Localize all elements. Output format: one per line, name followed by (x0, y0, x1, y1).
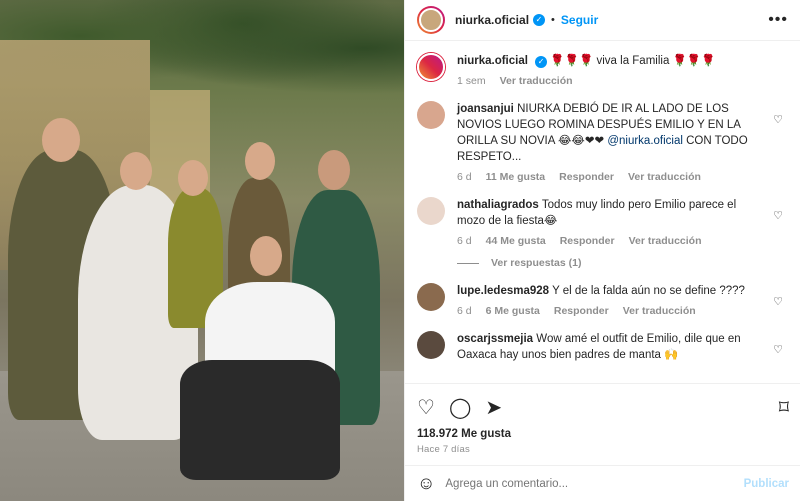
comment-composer: ☺ Publicar (405, 465, 800, 501)
comment-likes[interactable]: 6 Me gusta (486, 305, 540, 317)
comment-username[interactable]: nathaliagrados (457, 199, 539, 211)
comment-username[interactable]: lupe.ledesma928 (457, 285, 549, 297)
comment-item: lupe.ledesma928 Y el de la falda aún no … (417, 283, 787, 317)
header-username[interactable]: niurka.oficial (455, 13, 529, 27)
comment-username[interactable]: oscarjssmejia (457, 333, 533, 345)
follow-button[interactable]: Seguir (561, 13, 598, 27)
comment-icon[interactable]: ◯ (449, 398, 471, 418)
verified-icon: ✓ (533, 14, 546, 26)
view-replies-button[interactable]: Ver respuestas (1) (457, 257, 787, 269)
caption-text: 🌹🌹🌹 viva la Familia 🌹🌹🌹 (550, 55, 716, 67)
more-horizontal-icon[interactable]: ••• (768, 11, 788, 29)
avatar[interactable] (417, 283, 445, 311)
likes-count[interactable]: 118.972 Me gusta (417, 428, 789, 440)
avatar[interactable] (417, 101, 445, 129)
post-date[interactable]: Hace 7 días (417, 444, 789, 455)
post-header: niurka.oficial ✓ • Seguir ••• (405, 0, 800, 41)
comment-time[interactable]: 6 d (457, 171, 472, 183)
replies-line (457, 262, 479, 264)
post-actions: ♡ ◯ ➤ ⌑ 118.972 Me gusta Hace 7 días (405, 383, 800, 455)
heart-icon[interactable]: ♡ (773, 209, 783, 222)
translate-link[interactable]: Ver traducción (628, 171, 701, 183)
person-head (245, 142, 275, 180)
comment-time[interactable]: 6 d (457, 305, 472, 317)
verified-icon: ✓ (535, 56, 548, 68)
translate-link[interactable]: Ver traducción (629, 235, 702, 247)
person-head (42, 118, 80, 162)
caption: niurka.oficial ✓ 🌹🌹🌹 viva la Familia 🌹🌹🌹… (417, 53, 787, 87)
comment-time[interactable]: 6 d (457, 235, 472, 247)
person-head (120, 152, 152, 190)
person-head (250, 236, 282, 276)
post-photo[interactable] (0, 0, 404, 501)
avatar[interactable] (417, 331, 445, 359)
heart-icon[interactable]: ♡ (773, 295, 783, 308)
avatar[interactable] (417, 6, 445, 34)
person-head (178, 160, 208, 196)
comment-likes[interactable]: 44 Me gusta (486, 235, 546, 247)
comment-text: Y el de la falda aún no se define ???? (552, 285, 745, 297)
comment-mention[interactable]: @niurka.oficial (607, 135, 683, 147)
heart-icon[interactable]: ♡ (417, 398, 435, 418)
translate-link[interactable]: Ver traducción (623, 305, 696, 317)
emoji-icon[interactable]: ☺ (417, 473, 435, 494)
comment-username[interactable]: joansanjui (457, 103, 514, 115)
heart-icon[interactable]: ♡ (773, 343, 783, 356)
send-icon[interactable]: ➤ (485, 398, 502, 418)
post-button[interactable]: Publicar (744, 478, 789, 490)
post-details-panel: niurka.oficial ✓ • Seguir ••• niurka.ofi… (404, 0, 800, 501)
comment-input[interactable] (445, 477, 744, 490)
comment-likes[interactable]: 11 Me gusta (486, 171, 546, 183)
heart-icon[interactable]: ♡ (773, 113, 783, 126)
comment-item: joansanjui NIURKA DEBIÓ DE IR AL LADO DE… (417, 101, 787, 183)
avatar[interactable] (417, 53, 445, 81)
bookmark-icon[interactable]: ⌑ (779, 398, 789, 418)
comment-item: nathaliagrados Todos muy lindo pero Emil… (417, 197, 787, 247)
reply-button[interactable]: Responder (559, 171, 614, 183)
separator: • (551, 14, 555, 26)
avatar[interactable] (417, 197, 445, 225)
reply-button[interactable]: Responder (554, 305, 609, 317)
comment-item: oscarjssmejia Wow amé el outfit de Emili… (417, 331, 787, 363)
caption-username[interactable]: niurka.oficial (457, 55, 528, 67)
comments-list: niurka.oficial ✓ 🌹🌹🌹 viva la Familia 🌹🌹🌹… (405, 41, 800, 383)
person-pleated-skirt (180, 360, 340, 480)
view-replies-label: Ver respuestas (1) (491, 257, 582, 269)
translate-link[interactable]: Ver traducción (500, 75, 573, 87)
person-head (318, 150, 350, 190)
caption-time[interactable]: 1 sem (457, 75, 486, 87)
reply-button[interactable]: Responder (560, 235, 615, 247)
